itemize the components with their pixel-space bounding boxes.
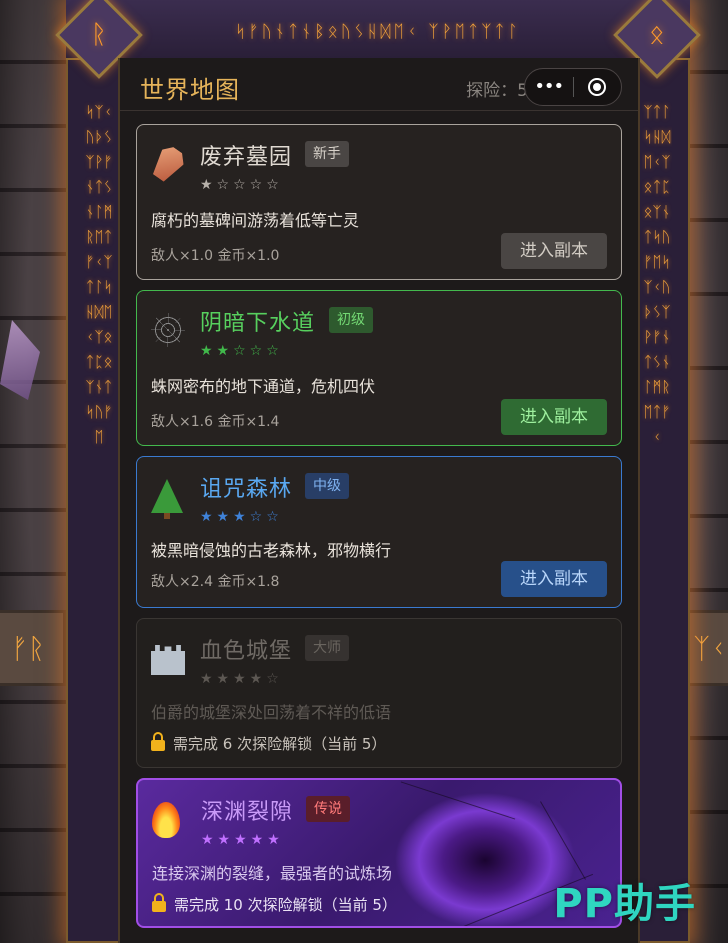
dungeon-card-abyss-locked: 深渊裂隙 传说 ★★★★★ 连接深渊的裂缝，最强者的试炼场 需完成 10 次探险…	[136, 778, 622, 928]
fire-icon	[152, 802, 180, 845]
dungeon-description: 连接深渊的裂缝，最强者的试炼场	[152, 864, 393, 883]
dungeon-description: 被黑暗侵蚀的古老森林，邪物横行	[151, 541, 392, 560]
dungeon-name: 废弃墓园	[200, 145, 293, 170]
side-runes-right: ᛉᛏᛚᛋᚺᛞᛖᚲᛉᛟᛏᛈᛟᛉᚾᛏᛋᚢᚠᛖᛋᛉᚲᚢᚦᛊᛉᚹᚠᚾᛏᛊᚾᛚᛗᚱᛖᛏᚠᚲ	[643, 103, 671, 446]
dungeon-card-graveyard: 废弃墓园 新手 ★☆☆☆☆ 腐朽的墓碑间游荡着低等亡灵 敌人×1.0 金币×1.…	[136, 124, 622, 280]
dungeon-card-castle-locked: 血色城堡 大师 ★★★★☆ 伯爵的城堡深处回荡着不祥的低语 需完成 6 次探险解…	[136, 618, 622, 768]
corner-rune-left-glyph: ᚱ	[91, 19, 107, 50]
enter-dungeon-button[interactable]: 进入副本	[501, 561, 607, 597]
panel-header: 世界地图 探险：5 •••	[120, 58, 638, 111]
dungeon-description: 腐朽的墓碑间游荡着低等亡灵	[151, 211, 360, 230]
frame-top-bar: ᛋᚠᚢᚾᛏᚾᛒᛟᚢᛊᚺᛞᛖᚲ ᛉᚹᛖᛏᛉᛏᛚ	[66, 0, 690, 60]
difficulty-badge: 传说	[306, 796, 350, 822]
crack-decoration	[540, 801, 586, 880]
lock-icon	[151, 732, 165, 751]
difficulty-badge: 大师	[305, 635, 349, 661]
enter-dungeon-button[interactable]: 进入副本	[501, 233, 607, 269]
close-miniprogram-button[interactable]	[574, 78, 622, 96]
castle-icon	[151, 641, 185, 682]
coffin-icon	[151, 147, 181, 188]
corner-rune-right-glyph: ᛟ	[649, 19, 665, 50]
explore-count: 探险：5	[466, 81, 528, 101]
unlock-requirement-text: 需完成 10 次探险解锁（当前 5）	[174, 896, 397, 914]
unlock-requirement: 需完成 6 次探险解锁（当前 5）	[151, 732, 387, 754]
dungeon-card-forest: 诅咒森林 中级 ★★★☆☆ 被黑暗侵蚀的古老森林，邪物横行 敌人×2.4 金币×…	[136, 456, 622, 608]
more-menu-button[interactable]: •••	[525, 69, 573, 105]
difficulty-badge: 新手	[305, 141, 349, 167]
enter-dungeon-button[interactable]: 进入副本	[501, 399, 607, 435]
dungeon-name: 深渊裂隙	[201, 800, 294, 825]
miniprogram-capsule: •••	[524, 68, 622, 106]
dungeon-name: 血色城堡	[200, 639, 293, 664]
star-rating: ★★☆☆☆	[200, 343, 283, 359]
dungeon-name: 诅咒森林	[200, 477, 293, 502]
dungeon-card-sewer: 阴暗下水道 初级 ★★☆☆☆ 蛛网密布的地下通道，危机四伏 敌人×1.6 金币×…	[136, 290, 622, 446]
top-rune-row: ᛋᚠᚢᚾᛏᚾᛒᛟᚢᛊᚺᛞᛖᚲ ᛉᚹᛖᛏᛉᛏᛚ	[235, 22, 521, 42]
pp-assistant-watermark: PP助手	[553, 881, 696, 927]
dungeon-multipliers: 敌人×1.0 金币×1.0	[151, 248, 280, 264]
difficulty-badge: 初级	[329, 307, 373, 333]
page-title: 世界地图	[140, 76, 240, 104]
target-icon	[588, 78, 607, 96]
spiderweb-icon	[151, 313, 185, 354]
world-map-panel: 世界地图 探险：5 ••• 废弃墓园 新手 ★☆☆☆☆ 腐朽的墓碑间游荡着低等亡…	[118, 58, 640, 943]
star-rating: ★☆☆☆☆	[200, 177, 283, 193]
dungeon-multipliers: 敌人×1.6 金币×1.4	[151, 414, 280, 430]
crack-decoration	[400, 781, 516, 820]
tree-icon	[151, 479, 183, 520]
dungeon-name: 阴暗下水道	[200, 311, 316, 336]
unlock-requirement: 需完成 10 次探险解锁（当前 5）	[152, 893, 397, 915]
star-rating: ★★★☆☆	[200, 509, 283, 525]
difficulty-badge: 中级	[305, 473, 349, 499]
star-rating: ★★★★★	[201, 832, 284, 848]
dungeon-multipliers: 敌人×2.4 金币×1.8	[151, 574, 280, 590]
dungeon-description: 伯爵的城堡深处回荡着不祥的低语	[151, 703, 392, 722]
unlock-requirement-text: 需完成 6 次探险解锁（当前 5）	[173, 735, 387, 753]
dungeon-description: 蛛网密布的地下通道，危机四伏	[151, 377, 376, 396]
star-rating: ★★★★☆	[200, 671, 283, 687]
lock-icon	[152, 893, 166, 912]
rune-stone-left: ᚠᚱ	[0, 610, 66, 686]
side-runes-left: ᛋᛉᚲᚢᚦᛊᛉᚹᚠᚾᛏᛊᚾᛚᛗᚱᛖᛏᚠᚲᛉᛏᛚᛋᚺᛞᛖᚲᛉᛟᛏᛈᛟᛉᚾᛏᛋᚢᚠᛖ	[85, 103, 113, 446]
